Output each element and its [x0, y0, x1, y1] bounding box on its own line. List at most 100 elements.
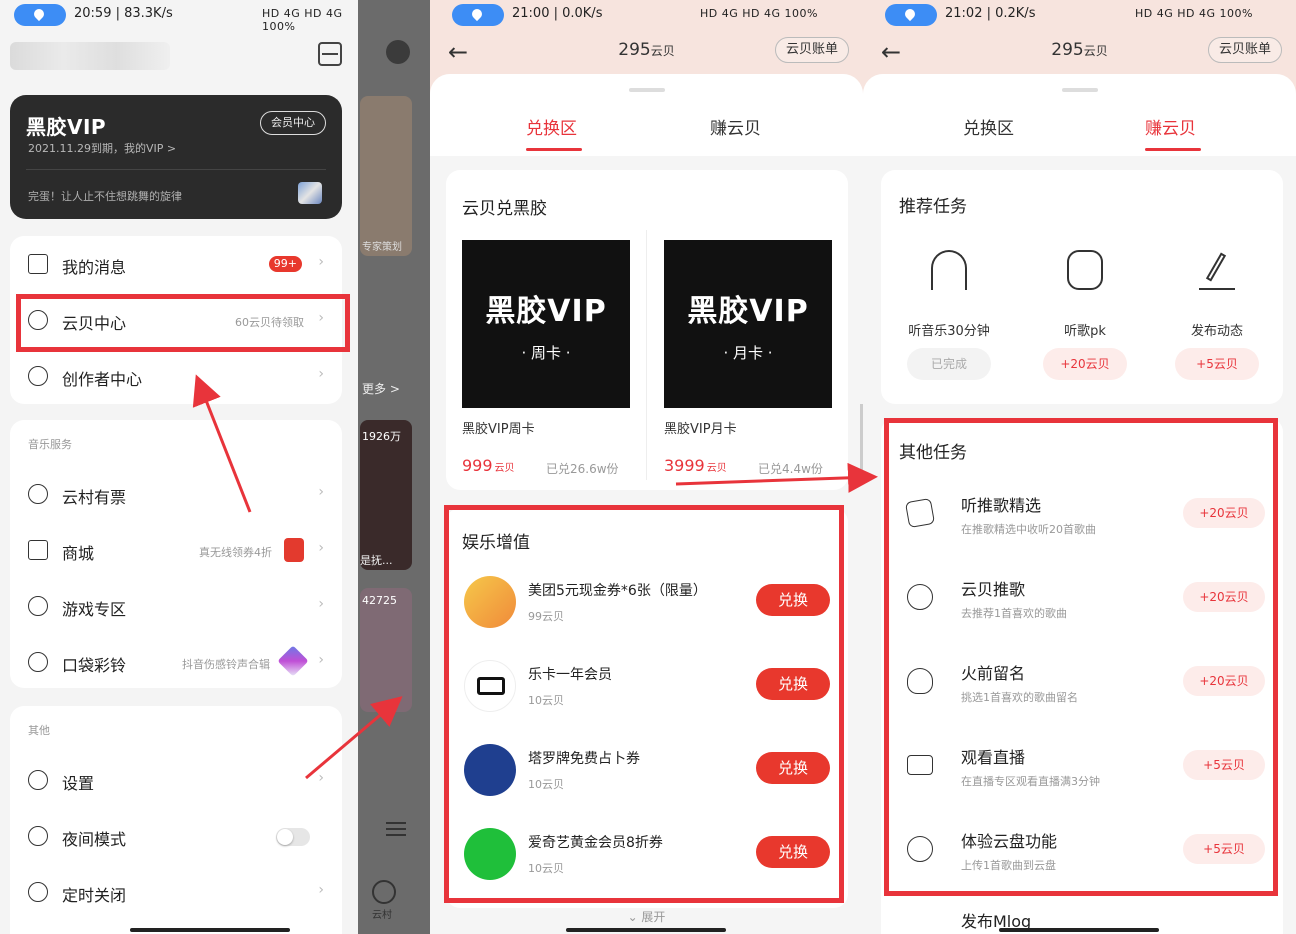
- status-bar: 20:59 | 83.3K/s HD 4G HD 4G 100%: [0, 0, 358, 33]
- status-bar: 21:00 | 0.0K/s HD 4G HD 4G 100%: [430, 0, 863, 32]
- active-tab-indicator: [526, 148, 582, 151]
- vip-logo: 黑胶VIP: [26, 115, 107, 139]
- status-indicators: HD 4G HD 4G 100%: [1135, 7, 1253, 20]
- product-name[interactable]: 黑胶VIP月卡: [664, 418, 737, 437]
- section-title: 云贝兑黑胶: [462, 199, 547, 219]
- red-envelope-icon: [284, 538, 304, 562]
- coin-ledger-button[interactable]: 云贝账单: [1207, 37, 1282, 63]
- menu-item-tickets[interactable]: 云村有票 ›: [10, 466, 342, 522]
- tab-exchange[interactable]: 兑换区: [963, 114, 1014, 139]
- status-indicators: HD 4G HD 4G 100%: [700, 7, 818, 20]
- bg-text: 更多 >: [362, 382, 400, 396]
- highlight-box-entertainment: [444, 505, 844, 903]
- pen-icon: [1199, 250, 1235, 290]
- top-bar: ← 295云贝 云贝账单: [863, 32, 1296, 72]
- home-indicator: [566, 928, 726, 932]
- task-label: 听歌pk: [1064, 324, 1106, 339]
- task-label: 听音乐30分钟: [908, 324, 990, 339]
- location-icon: [885, 4, 937, 26]
- chevron-right-icon: ›: [318, 484, 324, 500]
- bg-text: 是抚...: [360, 554, 393, 567]
- top-bar: ← 295云贝 云贝账单: [430, 32, 863, 72]
- scan-icon[interactable]: [318, 42, 342, 66]
- profile-drawer-panel: 20:59 | 83.3K/s HD 4G HD 4G 100% 黑胶VIP 2…: [0, 0, 430, 934]
- reward-pill[interactable]: +5云贝: [1175, 348, 1259, 380]
- task-listen-30min[interactable]: 听音乐30分钟 已完成: [889, 250, 1009, 390]
- drag-handle[interactable]: [628, 88, 665, 92]
- status-time: 21:00 | 0.0K/s: [512, 6, 603, 21]
- section-header: 其他: [28, 724, 50, 737]
- highlight-box-coin-center: [16, 294, 350, 352]
- sheet-header: 兑换区 赚云贝: [863, 74, 1296, 156]
- location-icon: [14, 4, 66, 26]
- section-header: 音乐服务: [28, 438, 72, 451]
- menu-item-label: 口袋彩铃: [62, 656, 127, 675]
- menu-item-hint: 抖音伤感铃声合辑: [182, 658, 270, 671]
- vip-expiry[interactable]: 2021.11.29到期，我的VIP >: [28, 140, 176, 156]
- menu-item-label: 设置: [62, 774, 95, 793]
- ringtone-icon: [28, 652, 48, 672]
- product-name[interactable]: 黑胶VIP周卡: [462, 418, 535, 437]
- status-time: 20:59 | 83.3K/s: [74, 6, 173, 21]
- chevron-right-icon: ›: [318, 770, 324, 786]
- bulb-icon: [28, 366, 48, 386]
- tab-earn[interactable]: 赚云贝: [710, 114, 761, 139]
- headphones-icon: [931, 250, 967, 290]
- menu-item-games[interactable]: 游戏专区 ›: [10, 578, 342, 634]
- chevron-right-icon: ›: [318, 540, 324, 556]
- gem-icon: [277, 645, 309, 677]
- vip-slogan: 完蛋！让人止不住想跳舞的旋律: [28, 190, 182, 203]
- drag-handle[interactable]: [1061, 88, 1098, 92]
- task-label: 发布动态: [1190, 324, 1243, 339]
- menu-item-settings[interactable]: 设置 ›: [10, 752, 342, 808]
- menu-item-label: 我的消息: [62, 258, 127, 277]
- product-sold-count: 已兑26.6w份: [546, 462, 619, 476]
- menu-item-label: 云村有票: [62, 488, 127, 507]
- gear-icon: [28, 770, 48, 790]
- home-indicator: [999, 928, 1159, 932]
- menu-item-label: 定时关闭: [62, 886, 127, 905]
- vip-card[interactable]: 黑胶VIP 2021.11.29到期，我的VIP > 会员中心 完蛋！让人止不住…: [10, 95, 342, 219]
- menu-icon: [386, 822, 406, 824]
- cart-icon: [28, 540, 48, 560]
- music-services-card: 音乐服务 云村有票 › 商城 真无线领券4折 › 游戏专区 › 口袋彩铃 抖音伤…: [10, 420, 342, 688]
- reward-pill[interactable]: +20云贝: [1043, 348, 1127, 380]
- menu-item-messages[interactable]: 我的消息 99+ ›: [10, 236, 342, 292]
- background-card: [360, 96, 412, 256]
- status-indicators: HD 4G HD 4G 100%: [262, 7, 343, 33]
- tab-earn[interactable]: 赚云贝: [1145, 114, 1196, 139]
- pen-shape: [1205, 252, 1227, 282]
- chevron-right-icon: ›: [318, 596, 324, 612]
- others-card: 其他 设置 › 夜间模式 定时关闭 ›: [10, 706, 342, 934]
- menu-item-ringtone[interactable]: 口袋彩铃 抖音伤感铃声合辑 ›: [10, 634, 342, 690]
- menu-item-creator-center[interactable]: 创作者中心 ›: [10, 348, 342, 404]
- menu-item-night-mode[interactable]: 夜间模式: [10, 808, 342, 864]
- bg-text: 1926万: [362, 430, 401, 443]
- dimmed-background-app[interactable]: 专家策划 更多 > 1926万 是抚... 42725 云村: [358, 0, 430, 934]
- product-price: 999 云贝: [462, 456, 515, 475]
- product-tile-week[interactable]: 黑胶VIP · 周卡 ·: [462, 240, 630, 408]
- mic-icon: [386, 40, 410, 64]
- tile-logo: 黑胶VIP: [687, 294, 809, 329]
- gamepad-icon: [28, 596, 48, 616]
- menu-item-label: 创作者中心: [62, 370, 143, 389]
- chevron-right-icon: ›: [318, 254, 324, 270]
- blurred-username[interactable]: [10, 42, 170, 70]
- expand-link[interactable]: ⌄ 展开: [430, 908, 863, 925]
- menu-item-label: 夜间模式: [62, 830, 127, 849]
- task-song-pk[interactable]: 听歌pk +20云贝: [1025, 250, 1145, 390]
- coin-ledger-button[interactable]: 云贝账单: [774, 37, 849, 63]
- drawer-body: 20:59 | 83.3K/s HD 4G HD 4G 100% 黑胶VIP 2…: [0, 0, 358, 934]
- bg-text: 42725: [362, 594, 397, 607]
- member-center-button[interactable]: 会员中心: [260, 111, 326, 135]
- tab-exchange[interactable]: 兑换区: [526, 114, 577, 139]
- product-tile-month[interactable]: 黑胶VIP · 月卡 ·: [664, 240, 832, 408]
- task-post-update[interactable]: 发布动态 +5云贝: [1157, 250, 1277, 390]
- menu-item-label: 游戏专区: [62, 600, 127, 619]
- night-mode-toggle[interactable]: [276, 828, 310, 846]
- menu-item-sleep-timer[interactable]: 定时关闭 ›: [10, 864, 342, 920]
- menu-item-store[interactable]: 商城 真无线领券4折 ›: [10, 522, 342, 578]
- chevron-right-icon: ›: [318, 652, 324, 668]
- product-price: 3999 云贝: [664, 456, 727, 475]
- chevron-right-icon: ›: [318, 882, 324, 898]
